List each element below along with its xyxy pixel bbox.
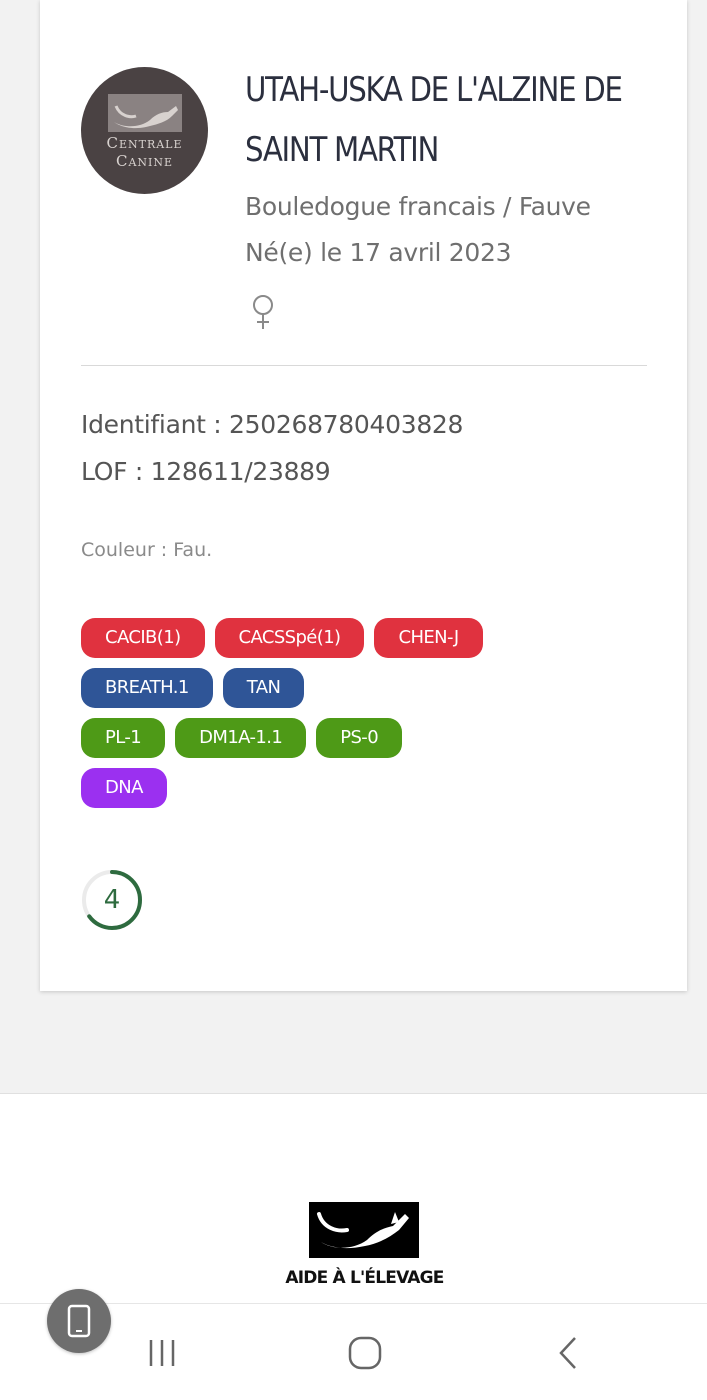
badge-row-tests: PL-1 DM1A-1.1 PS-0 (81, 718, 641, 758)
centrale-canine-logo: Centrale Canine (81, 67, 208, 194)
logo-line2: Canine (115, 151, 174, 170)
badge-cacsspe[interactable]: CACSSpé(1) (214, 618, 365, 658)
recent-apps-icon (149, 1339, 175, 1366)
dog-breed: Bouledogue francais / Fauve (245, 192, 591, 221)
home-button[interactable] (325, 1304, 405, 1400)
badge-chen-j[interactable]: CHEN-J (374, 618, 483, 658)
dog-name-line1: UTAH-USKA DE L'ALZINE DE (245, 70, 623, 110)
score-value: 4 (103, 885, 121, 915)
phone-icon (67, 1304, 91, 1338)
badge-row-health: BREATH.1 TAN (81, 668, 641, 708)
back-button[interactable] (530, 1304, 610, 1400)
badge-ps[interactable]: PS-0 (316, 718, 403, 758)
badge-breath[interactable]: BREATH.1 (81, 668, 213, 708)
female-symbol-icon (253, 295, 273, 329)
back-icon (559, 1336, 576, 1369)
dog-name: UTAH-USKA DE L'ALZINE DE SAINT MARTIN (245, 60, 665, 180)
dog-name-line2: SAINT MARTIN (245, 130, 439, 170)
dog-logo-icon (107, 93, 182, 132)
couleur: Couleur : Fau. (81, 539, 213, 561)
recent-apps-button[interactable] (122, 1304, 202, 1400)
badge-row-titles: CACIB(1) CACSSpé(1) CHEN-J (81, 618, 641, 658)
floating-phone-button[interactable] (47, 1289, 111, 1353)
logo-line1: Centrale (106, 133, 183, 152)
footer: AIDE À L'ÉLEVAGE (0, 1093, 707, 1303)
badge-cacib[interactable]: CACIB(1) (81, 618, 205, 658)
badge-list: CACIB(1) CACSSpé(1) CHEN-J BREATH.1 TAN … (81, 618, 641, 818)
aide-elevage-logo-icon[interactable] (309, 1202, 419, 1258)
score-ring: 4 (81, 869, 143, 931)
home-icon (348, 1336, 382, 1369)
lof-number: LOF : 128611/23889 (81, 457, 331, 486)
footer-label[interactable]: AIDE À L'ÉLEVAGE (0, 1268, 707, 1288)
badge-pl[interactable]: PL-1 (81, 718, 166, 758)
badge-tan[interactable]: TAN (222, 668, 305, 708)
identifiant: Identifiant : 250268780403828 (81, 410, 464, 439)
divider (81, 365, 647, 366)
badge-dna[interactable]: DNA (81, 768, 167, 808)
dog-card: Centrale Canine UTAH-USKA DE L'ALZINE DE… (40, 0, 687, 991)
badge-dm1a[interactable]: DM1A-1.1 (175, 718, 307, 758)
badge-row-dna: DNA (81, 768, 641, 808)
dog-birthdate: Né(e) le 17 avril 2023 (245, 238, 512, 267)
